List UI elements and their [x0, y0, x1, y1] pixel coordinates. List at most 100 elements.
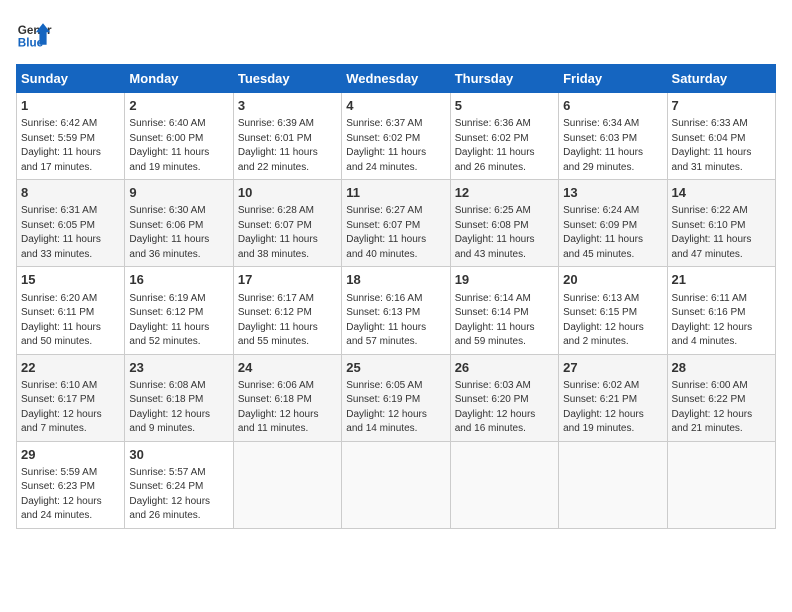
day-info: Sunrise: 5:57 AMSunset: 6:24 PMDaylight:… — [129, 466, 228, 524]
day-info: Sunrise: 6:05 AMSunset: 6:19 PMDaylight:… — [346, 379, 445, 437]
day-number: 10 — [238, 184, 337, 202]
table-row: 9Sunrise: 6:30 AMSunset: 6:06 PMDaylight… — [125, 180, 233, 267]
day-number: 3 — [238, 97, 337, 115]
day-info: Sunrise: 6:11 AMSunset: 6:16 PMDaylight:… — [672, 292, 771, 350]
day-number: 29 — [21, 446, 120, 464]
day-info: Sunrise: 6:20 AMSunset: 6:11 PMDaylight:… — [21, 292, 120, 350]
day-info: Sunrise: 6:17 AMSunset: 6:12 PMDaylight:… — [238, 292, 337, 350]
table-row: 29 Sunrise: 5:59 AMSunset: 6:23 PMDayligh… — [17, 441, 125, 528]
day-number: 16 — [129, 271, 228, 289]
day-number: 11 — [346, 184, 445, 202]
table-row: 21 Sunrise: 6:11 AMSunset: 6:16 PMDayligh… — [667, 267, 775, 354]
day-info: Sunrise: 6:06 AMSunset: 6:18 PMDaylight:… — [238, 379, 337, 437]
day-info: Sunrise: 6:02 AMSunset: 6:21 PMDaylight:… — [563, 379, 662, 437]
day-info: Sunrise: 6:16 AMSunset: 6:13 PMDaylight:… — [346, 292, 445, 350]
calendar-table: SundayMondayTuesdayWednesdayThursdayFrid… — [16, 64, 776, 529]
day-info: Sunrise: 6:39 AMSunset: 6:01 PMDaylight:… — [238, 117, 337, 175]
day-info: Sunrise: 6:37 AMSunset: 6:02 PMDaylight:… — [346, 117, 445, 175]
table-row: 12 Sunrise: 6:25 AMSunset: 6:08 PMDayligh… — [450, 180, 558, 267]
day-info: Sunrise: 6:00 AMSunset: 6:22 PMDaylight:… — [672, 379, 771, 437]
day-info: Sunrise: 6:25 AMSunset: 6:08 PMDaylight:… — [455, 204, 554, 262]
day-number: 6 — [563, 97, 662, 115]
day-info: Sunrise: 6:30 AMSunset: 6:06 PMDaylight:… — [129, 204, 228, 262]
day-info: Sunrise: 6:33 AMSunset: 6:04 PMDaylight:… — [672, 117, 771, 175]
day-number: 19 — [455, 271, 554, 289]
day-number: 25 — [346, 359, 445, 377]
table-row: 16 Sunrise: 6:19 AMSunset: 6:12 PMDayligh… — [125, 267, 233, 354]
day-info: Sunrise: 6:34 AMSunset: 6:03 PMDaylight:… — [563, 117, 662, 175]
day-info: Sunrise: 6:27 AMSunset: 6:07 PMDaylight:… — [346, 204, 445, 262]
day-number: 7 — [672, 97, 771, 115]
table-row: 7 Sunrise: 6:33 AMSunset: 6:04 PMDaylight… — [667, 93, 775, 180]
day-number: 28 — [672, 359, 771, 377]
day-number: 4 — [346, 97, 445, 115]
table-row: 11 Sunrise: 6:27 AMSunset: 6:07 PMDayligh… — [342, 180, 450, 267]
day-number: 8 — [21, 184, 120, 202]
dow-wednesday: Wednesday — [342, 65, 450, 93]
table-row: 13 Sunrise: 6:24 AMSunset: 6:09 PMDayligh… — [559, 180, 667, 267]
day-number: 26 — [455, 359, 554, 377]
table-row: 15 Sunrise: 6:20 AMSunset: 6:11 PMDayligh… — [17, 267, 125, 354]
day-number: 13 — [563, 184, 662, 202]
day-number: 21 — [672, 271, 771, 289]
day-info: Sunrise: 6:36 AMSunset: 6:02 PMDaylight:… — [455, 117, 554, 175]
table-row: 22 Sunrise: 6:10 AMSunset: 6:17 PMDayligh… — [17, 354, 125, 441]
day-info: Sunrise: 6:14 AMSunset: 6:14 PMDaylight:… — [455, 292, 554, 350]
day-number: 2 — [129, 97, 228, 115]
table-row: 30 Sunrise: 5:57 AMSunset: 6:24 PMDayligh… — [125, 441, 233, 528]
day-number: 24 — [238, 359, 337, 377]
table-row: 4 Sunrise: 6:37 AMSunset: 6:02 PMDaylight… — [342, 93, 450, 180]
day-info: Sunrise: 6:19 AMSunset: 6:12 PMDaylight:… — [129, 292, 228, 350]
table-row — [667, 441, 775, 528]
dow-thursday: Thursday — [450, 65, 558, 93]
table-row: 14 Sunrise: 6:22 AMSunset: 6:10 PMDayligh… — [667, 180, 775, 267]
day-number: 14 — [672, 184, 771, 202]
day-info: Sunrise: 6:28 AMSunset: 6:07 PMDaylight:… — [238, 204, 337, 262]
day-info: Sunrise: 6:31 AMSunset: 6:05 PMDaylight:… — [21, 204, 120, 262]
table-row: 20 Sunrise: 6:13 AMSunset: 6:15 PMDayligh… — [559, 267, 667, 354]
day-number: 27 — [563, 359, 662, 377]
dow-tuesday: Tuesday — [233, 65, 341, 93]
table-row: 28 Sunrise: 6:00 AMSunset: 6:22 PMDayligh… — [667, 354, 775, 441]
table-row — [342, 441, 450, 528]
table-row: 3 Sunrise: 6:39 AMSunset: 6:01 PMDaylight… — [233, 93, 341, 180]
table-row: 18 Sunrise: 6:16 AMSunset: 6:13 PMDayligh… — [342, 267, 450, 354]
dow-saturday: Saturday — [667, 65, 775, 93]
table-row: 27 Sunrise: 6:02 AMSunset: 6:21 PMDayligh… — [559, 354, 667, 441]
day-number: 30 — [129, 446, 228, 464]
day-number: 23 — [129, 359, 228, 377]
day-info: Sunrise: 6:42 AMSunset: 5:59 PMDaylight:… — [21, 117, 120, 175]
table-row: 8 Sunrise: 6:31 AMSunset: 6:05 PMDaylight… — [17, 180, 125, 267]
day-number: 20 — [563, 271, 662, 289]
dow-sunday: Sunday — [17, 65, 125, 93]
day-number: 5 — [455, 97, 554, 115]
day-info: Sunrise: 6:22 AMSunset: 6:10 PMDaylight:… — [672, 204, 771, 262]
day-number: 17 — [238, 271, 337, 289]
day-info: Sunrise: 6:03 AMSunset: 6:20 PMDaylight:… — [455, 379, 554, 437]
day-number: 1 — [21, 97, 120, 115]
table-row: 24 Sunrise: 6:06 AMSunset: 6:18 PMDayligh… — [233, 354, 341, 441]
table-row: 10 Sunrise: 6:28 AMSunset: 6:07 PMDayligh… — [233, 180, 341, 267]
day-info: Sunrise: 6:13 AMSunset: 6:15 PMDaylight:… — [563, 292, 662, 350]
day-info: Sunrise: 6:24 AMSunset: 6:09 PMDaylight:… — [563, 204, 662, 262]
table-row: 25 Sunrise: 6:05 AMSunset: 6:19 PMDayligh… — [342, 354, 450, 441]
logo: General Blue — [16, 16, 52, 52]
table-row: 19 Sunrise: 6:14 AMSunset: 6:14 PMDayligh… — [450, 267, 558, 354]
table-row: 2Sunrise: 6:40 AMSunset: 6:00 PMDaylight… — [125, 93, 233, 180]
dow-monday: Monday — [125, 65, 233, 93]
day-number: 22 — [21, 359, 120, 377]
table-row: 26 Sunrise: 6:03 AMSunset: 6:20 PMDayligh… — [450, 354, 558, 441]
table-row — [450, 441, 558, 528]
day-number: 12 — [455, 184, 554, 202]
day-number: 18 — [346, 271, 445, 289]
table-row — [559, 441, 667, 528]
logo-icon: General Blue — [16, 16, 52, 52]
day-info: Sunrise: 5:59 AMSunset: 6:23 PMDaylight:… — [21, 466, 120, 524]
day-info: Sunrise: 6:10 AMSunset: 6:17 PMDaylight:… — [21, 379, 120, 437]
table-row — [233, 441, 341, 528]
day-number: 15 — [21, 271, 120, 289]
table-row: 23 Sunrise: 6:08 AMSunset: 6:18 PMDayligh… — [125, 354, 233, 441]
table-row: 17 Sunrise: 6:17 AMSunset: 6:12 PMDayligh… — [233, 267, 341, 354]
table-row: 6 Sunrise: 6:34 AMSunset: 6:03 PMDaylight… — [559, 93, 667, 180]
day-info: Sunrise: 6:08 AMSunset: 6:18 PMDaylight:… — [129, 379, 228, 437]
